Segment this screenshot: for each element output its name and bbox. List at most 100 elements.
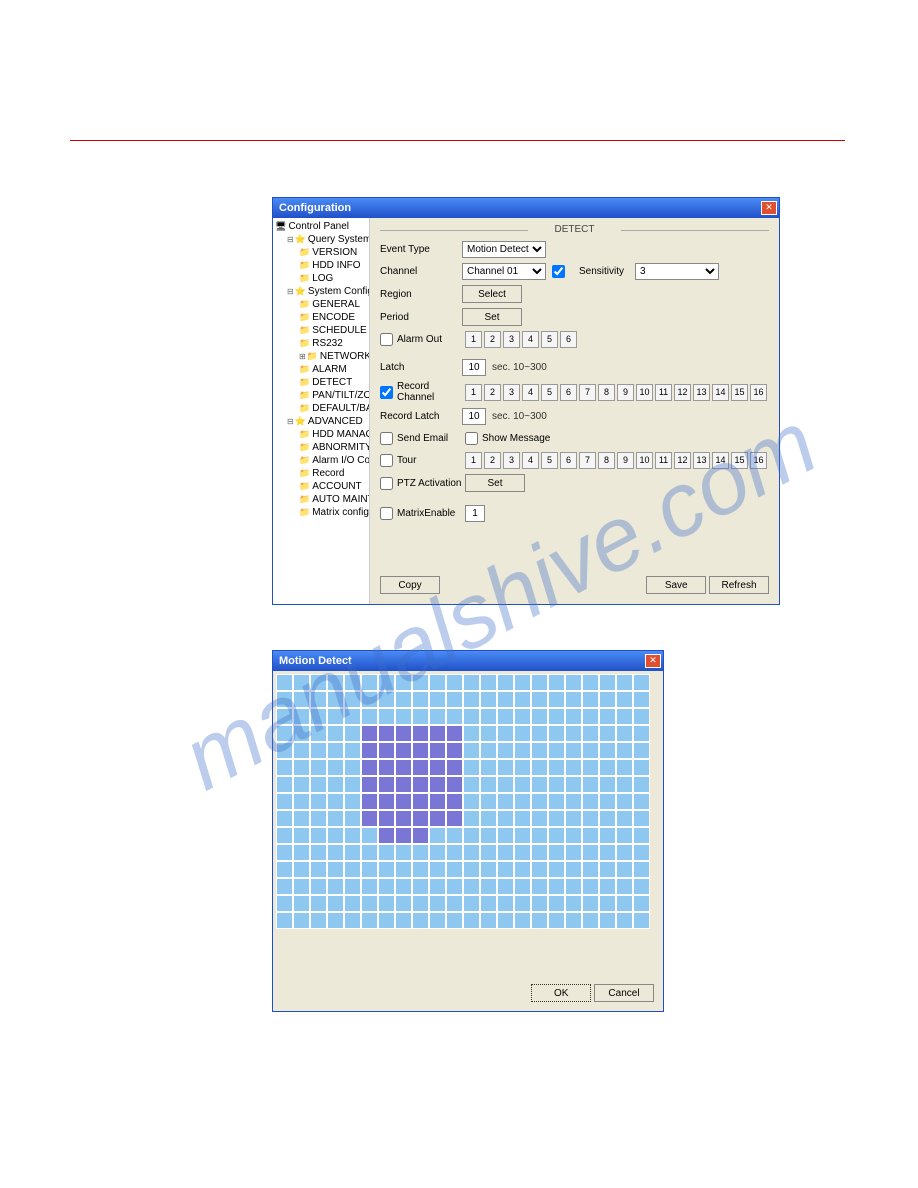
motion-cell[interactable]	[310, 674, 327, 691]
motion-cell[interactable]	[582, 759, 599, 776]
matrix-input[interactable]	[465, 505, 485, 522]
motion-cell[interactable]	[395, 878, 412, 895]
motion-cell[interactable]	[531, 844, 548, 861]
motion-cell[interactable]	[293, 861, 310, 878]
motion-cell[interactable]	[480, 844, 497, 861]
tree-root[interactable]: Control Panel	[275, 220, 367, 233]
motion-cell[interactable]	[514, 861, 531, 878]
tree-item[interactable]: DETECT	[275, 376, 367, 389]
motion-cell[interactable]	[616, 708, 633, 725]
motion-cell[interactable]	[327, 708, 344, 725]
motion-cell[interactable]	[429, 844, 446, 861]
motion-cell[interactable]	[395, 708, 412, 725]
motion-cell[interactable]	[361, 708, 378, 725]
motion-cell[interactable]	[446, 861, 463, 878]
channel-chip[interactable]: 10	[636, 452, 653, 469]
motion-cell[interactable]	[310, 912, 327, 929]
motion-cell[interactable]	[395, 725, 412, 742]
motion-cell[interactable]	[446, 844, 463, 861]
matrix-enable-checkbox[interactable]	[380, 507, 393, 520]
tree-group[interactable]: Query System Info	[275, 233, 367, 246]
motion-cell[interactable]	[548, 827, 565, 844]
motion-cell[interactable]	[361, 725, 378, 742]
motion-cell[interactable]	[361, 878, 378, 895]
motion-cell[interactable]	[378, 827, 395, 844]
motion-cell[interactable]	[327, 861, 344, 878]
motion-cell[interactable]	[633, 742, 650, 759]
motion-cell[interactable]	[582, 674, 599, 691]
motion-cell[interactable]	[293, 810, 310, 827]
motion-cell[interactable]	[582, 691, 599, 708]
motion-cell[interactable]	[497, 827, 514, 844]
tree-item[interactable]: ABNORMITY	[275, 441, 367, 454]
motion-cell[interactable]	[276, 810, 293, 827]
region-select-button[interactable]: Select	[462, 285, 522, 303]
motion-cell[interactable]	[310, 759, 327, 776]
motion-cell[interactable]	[344, 827, 361, 844]
motion-cell[interactable]	[633, 708, 650, 725]
motion-cell[interactable]	[378, 861, 395, 878]
motion-cell[interactable]	[412, 895, 429, 912]
motion-cell[interactable]	[276, 776, 293, 793]
tree-item[interactable]: GENERAL	[275, 298, 367, 311]
tree-item[interactable]: SCHEDULE	[275, 324, 367, 337]
motion-cell[interactable]	[548, 691, 565, 708]
motion-cell[interactable]	[497, 674, 514, 691]
motion-cell[interactable]	[480, 708, 497, 725]
motion-cell[interactable]	[395, 827, 412, 844]
tree-item[interactable]: LOG	[275, 272, 367, 285]
channel-chip[interactable]: 10	[636, 384, 653, 401]
motion-cell[interactable]	[565, 861, 582, 878]
motion-cell[interactable]	[633, 844, 650, 861]
channel-chip[interactable]: 6	[560, 384, 577, 401]
motion-cell[interactable]	[548, 912, 565, 929]
motion-cell[interactable]	[327, 776, 344, 793]
motion-cell[interactable]	[616, 844, 633, 861]
motion-cell[interactable]	[463, 861, 480, 878]
tree-group[interactable]: System Config	[275, 285, 367, 298]
channel-chip[interactable]: 3	[503, 452, 520, 469]
motion-cell[interactable]	[378, 895, 395, 912]
motion-cell[interactable]	[480, 759, 497, 776]
motion-cell[interactable]	[514, 827, 531, 844]
motion-cell[interactable]	[412, 827, 429, 844]
tree-item[interactable]: DEFAULT/BACKUP	[275, 402, 367, 415]
motion-cell[interactable]	[276, 827, 293, 844]
motion-cell[interactable]	[463, 827, 480, 844]
motion-cell[interactable]	[633, 810, 650, 827]
motion-cell[interactable]	[565, 810, 582, 827]
motion-cell[interactable]	[395, 895, 412, 912]
motion-cell[interactable]	[463, 674, 480, 691]
channel-chip[interactable]: 4	[522, 452, 539, 469]
motion-cell[interactable]	[497, 708, 514, 725]
channel-chip[interactable]: 11	[655, 384, 672, 401]
motion-cell[interactable]	[412, 776, 429, 793]
motion-cell[interactable]	[480, 861, 497, 878]
motion-cell[interactable]	[582, 912, 599, 929]
motion-cell[interactable]	[480, 810, 497, 827]
refresh-button[interactable]: Refresh	[709, 576, 769, 594]
motion-cell[interactable]	[599, 895, 616, 912]
motion-cell[interactable]	[463, 725, 480, 742]
motion-cell[interactable]	[582, 895, 599, 912]
event-type-select[interactable]: Motion Detect	[462, 241, 546, 258]
tree-item[interactable]: ENCODE	[275, 311, 367, 324]
motion-cell[interactable]	[310, 742, 327, 759]
motion-cell[interactable]	[412, 878, 429, 895]
motion-cell[interactable]	[531, 912, 548, 929]
motion-cell[interactable]	[497, 844, 514, 861]
channel-chip[interactable]: 9	[617, 452, 634, 469]
motion-cell[interactable]	[395, 810, 412, 827]
tree-item[interactable]: VERSION	[275, 246, 367, 259]
motion-cell[interactable]	[429, 895, 446, 912]
motion-cell[interactable]	[276, 674, 293, 691]
tree-item[interactable]: Record	[275, 467, 367, 480]
motion-cell[interactable]	[633, 691, 650, 708]
motion-cell[interactable]	[293, 725, 310, 742]
motion-cell[interactable]	[497, 793, 514, 810]
motion-cell[interactable]	[412, 742, 429, 759]
motion-cell[interactable]	[616, 759, 633, 776]
motion-cell[interactable]	[378, 810, 395, 827]
motion-cell[interactable]	[514, 895, 531, 912]
motion-cell[interactable]	[514, 708, 531, 725]
